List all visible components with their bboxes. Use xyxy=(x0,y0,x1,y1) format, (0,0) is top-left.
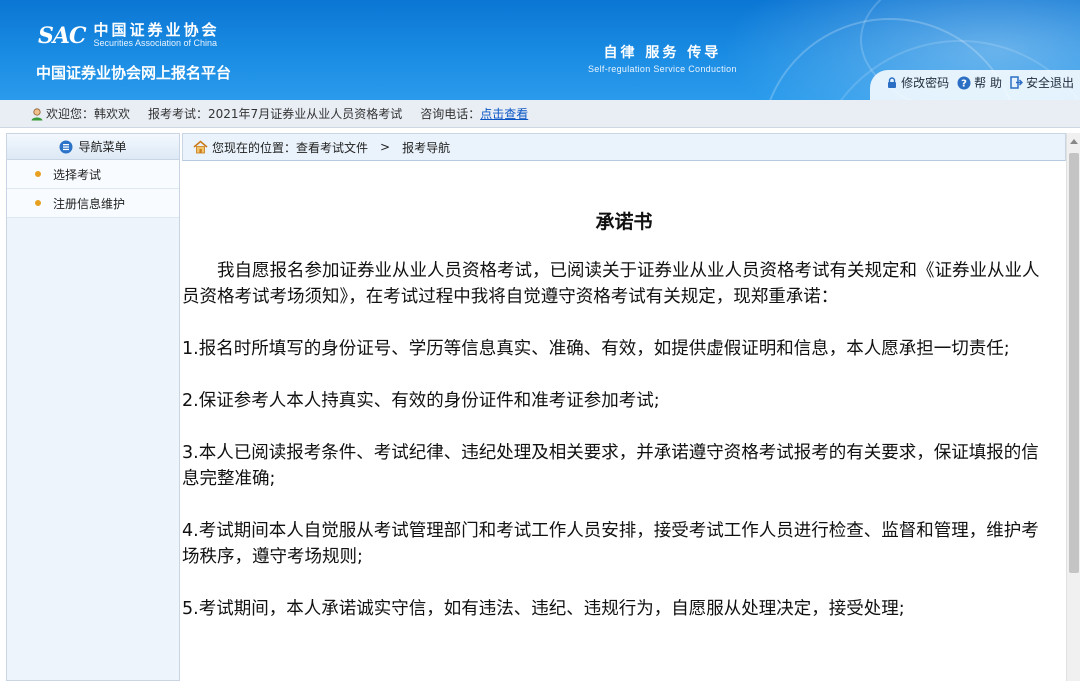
header-banner: SAC 中国证券业协会 Securities Association of Ch… xyxy=(0,0,1080,100)
document-paragraph: 4.考试期间本人自觉服从考试管理部门和考试工作人员安排，接受考试工作人员进行检查… xyxy=(182,521,1039,567)
change-password-label: 修改密码 xyxy=(901,76,950,90)
bullet-icon xyxy=(35,171,41,177)
breadcrumb-current: 报考导航 xyxy=(402,140,451,155)
info-bar: 欢迎您：韩欢欢 报考考试：2021年7月证券业从业人员资格考试 咨询电话： 点击… xyxy=(0,100,1080,128)
document-paragraph: 我自愿报名参加证券业从业人员资格考试，已阅读关于证券业从业人员资格考试有关规定和… xyxy=(182,261,1040,307)
sidebar-item-label: 选择考试 xyxy=(53,167,102,182)
help-link[interactable]: ? 帮 助 xyxy=(957,74,1002,91)
breadcrumb: 您现在的位置：查看考试文件 > 报考导航 xyxy=(182,133,1066,161)
sidebar: 导航菜单 选择考试 注册信息维护 xyxy=(6,133,180,681)
exam-text: 报考考试：2021年7月证券业从业人员资格考试 xyxy=(148,107,403,121)
scrollbar-thumb[interactable] xyxy=(1069,153,1079,573)
welcome-text: 欢迎您：韩欢欢 xyxy=(46,107,131,121)
slogan-chinese: 自律 服务 传导 xyxy=(603,45,722,61)
sidebar-item-select-exam[interactable]: 选择考试 xyxy=(7,160,179,189)
document-paragraph: 5.考试期间，本人承诺诚实守信，如有违法、违纪、违规行为，自愿服从处理决定，接受… xyxy=(182,599,905,619)
user-icon xyxy=(31,107,43,120)
logo-abbr: SAC xyxy=(38,22,86,49)
logout-label: 安全退出 xyxy=(1025,76,1074,90)
document-title: 承诺书 xyxy=(595,211,653,233)
svg-text:?: ? xyxy=(961,78,967,89)
phone-label: 咨询电话： xyxy=(420,107,481,121)
platform-title: 中国证券业协会网上报名平台 xyxy=(36,64,232,82)
top-links: 修改密码 ? 帮 助 安全退出 xyxy=(886,74,1074,91)
sidebar-item-label: 注册信息维护 xyxy=(53,196,126,211)
phone-view-link[interactable]: 点击查看 xyxy=(480,105,528,122)
help-icon: ? xyxy=(957,76,971,89)
help-label: 帮 助 xyxy=(974,76,1002,90)
sidebar-header: 导航菜单 xyxy=(7,134,179,160)
home-icon xyxy=(193,140,208,154)
breadcrumb-prefix: 您现在的位置：查看考试文件 xyxy=(212,140,369,155)
logout-link[interactable]: 安全退出 xyxy=(1010,74,1074,91)
document-paragraph: 2.保证参考人本人持真实、有效的身份证件和准考证参加考试; xyxy=(182,391,660,411)
sidebar-item-registration-info[interactable]: 注册信息维护 xyxy=(7,189,179,218)
scroll-up-arrow[interactable] xyxy=(1067,133,1080,149)
slogan: 自律 服务 传导 Self-regulation Service Conduct… xyxy=(588,42,737,74)
logout-icon xyxy=(1010,76,1023,89)
document-body: 承诺书 我自愿报名参加证券业从业人员资格考试，已阅读关于证券业从业人员资格考试有… xyxy=(182,162,1066,681)
main-content: 您现在的位置：查看考试文件 > 报考导航 承诺书 我自愿报名参加证券业从业人员资… xyxy=(182,133,1080,681)
document-paragraph: 3.本人已阅读报考条件、考试纪律、违纪处理及相关要求，并承诺遵守资格考试报考的有… xyxy=(182,443,1039,489)
breadcrumb-separator: > xyxy=(380,140,391,154)
change-password-link[interactable]: 修改密码 xyxy=(886,74,949,91)
logo-english-name: Securities Association of China xyxy=(93,38,218,48)
bullet-icon xyxy=(35,200,41,206)
slogan-english: Self-regulation Service Conduction xyxy=(588,64,737,74)
menu-list-icon xyxy=(59,140,73,153)
sidebar-title: 导航菜单 xyxy=(78,140,127,154)
vertical-scrollbar[interactable] xyxy=(1066,133,1080,681)
sac-logo: SAC 中国证券业协会 Securities Association of Ch… xyxy=(38,22,219,49)
document-paragraph: 1.报名时所填写的身份证号、学历等信息真实、准确、有效，如提供虚假证明和信息，本… xyxy=(182,339,1010,359)
logo-chinese-name: 中国证券业协会 xyxy=(93,21,220,39)
lock-icon xyxy=(888,76,897,88)
chevron-up-icon xyxy=(1070,139,1078,144)
